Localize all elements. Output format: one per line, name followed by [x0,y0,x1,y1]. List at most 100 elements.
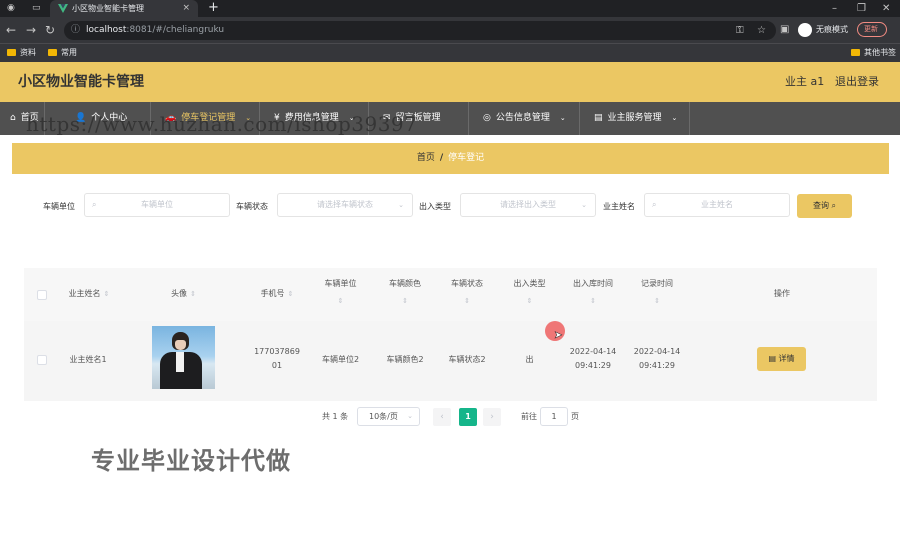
cell-record-time: 2022-04-14 09:41:29 [633,347,681,370]
sort-icon: ⇕ [464,297,470,305]
status-label: 车辆状态 [236,202,268,211]
chevron-down-icon: ⌄ [581,201,587,209]
query-button[interactable]: 查询 ⌕ [797,194,852,218]
type-select[interactable]: 请选择出入类型 ⌄ [460,193,596,217]
key-icon[interactable]: ⚿ [736,21,744,40]
nav-item-bulletin[interactable]: ◎ 公告信息管理 ⌄ [469,102,580,135]
cell-color: 车辆颜色2 [386,355,424,364]
new-tab-button[interactable]: + [208,0,219,16]
unit-input[interactable]: ⌕ 车辆单位 [84,193,230,217]
reload-icon[interactable]: ↻ [45,21,55,39]
column-phone[interactable]: 手机号 ⇕ [242,288,312,300]
bookmarks-bar: 资料 常用 其他书签 [0,43,900,62]
column-owner[interactable]: 业主姓名 ⇕ [59,288,119,300]
row-checkbox[interactable] [37,355,47,365]
other-bookmarks[interactable]: 其他书签 [851,44,896,62]
search-icon: ⌕ [652,200,657,209]
close-window-icon[interactable]: ✕ [882,0,890,17]
type-label: 出入类型 [419,202,451,211]
other-bookmarks-label: 其他书签 [864,48,896,57]
table-header: 业主姓名 ⇕ 头像 ⇕ 手机号 ⇕ 车辆单位 ⇕ 车辆颜色 ⇕ 车辆状态 ⇕ 出入类型 ⇕ 出… [24,268,877,321]
bookmark-label: 常用 [61,48,77,57]
update-button[interactable]: 更新 [857,22,887,37]
sort-icon: ⇕ [103,290,110,298]
document-icon: ▤ [768,354,776,363]
column-color[interactable]: 车辆颜色 ⇕ [375,278,435,307]
detail-label: 详情 [778,354,795,363]
query-label: 查询 [812,201,829,210]
prev-page-button[interactable]: ‹ [433,408,451,426]
service-icon: ▤ [594,113,603,123]
restore-icon[interactable]: ❐ [857,0,866,17]
browser-tabbar: ◉ ▭ 小区物业智能卡管理 × + – ❐ ✕ [0,0,900,17]
breadcrumb: 首页 / 停车登记 [12,143,889,174]
search-icon: ⌕ [92,200,97,209]
column-io-type[interactable]: 出入类型 ⇕ [502,278,557,307]
incognito-label: 无痕模式 [816,25,848,34]
sort-icon: ⇕ [402,297,408,305]
vue-logo-icon [58,4,68,13]
page-size-select[interactable]: 10条/页 ⌄ [357,407,420,426]
column-avatar[interactable]: 头像 ⇕ [152,288,215,300]
star-icon[interactable]: ☆ [757,21,766,40]
column-io-time[interactable]: 出入库时间 ⇕ [562,278,624,307]
sort-icon: ⇕ [590,297,596,305]
bookmark-folder-1[interactable]: 资料 [7,44,36,62]
url-path: :8081/#/cheliangruku [126,25,225,35]
cell-phone: 177037869 01 [254,347,300,370]
site-info-icon[interactable]: ⓘ [71,21,80,40]
folder-icon [851,49,860,56]
breadcrumb-separator: / [439,153,444,163]
detail-button[interactable]: ▤ 详情 [757,347,806,371]
chevron-down-icon: ⌄ [398,201,404,209]
select-all-checkbox[interactable] [37,290,47,300]
home-icon: ⌂ [10,113,16,123]
globe-icon[interactable]: ◉ [7,0,15,17]
window-icon[interactable]: ▭ [32,0,41,17]
owner-avatar [152,326,215,389]
logout-link[interactable]: 退出登录 [835,62,879,102]
column-actions: 操作 [774,289,790,298]
column-record-time[interactable]: 记录时间 ⇕ [626,278,688,307]
bookmark-label: 资料 [20,48,36,57]
forward-icon[interactable]: → [26,21,36,39]
chevron-down-icon: ⌄ [559,114,566,122]
unit-placeholder: 车辆单位 [141,200,173,209]
sort-icon: ⇕ [190,290,196,298]
current-user: 业主 a1 [785,75,825,88]
browser-tab[interactable]: 小区物业智能卡管理 × [50,0,198,17]
sidebar-icon[interactable]: ▣ [780,21,789,39]
column-unit[interactable]: 车辆单位 ⇕ [314,278,367,307]
nav-label: 公告信息管理 [495,113,550,123]
url-host: localhost [86,25,127,35]
breadcrumb-home[interactable]: 首页 [417,153,435,163]
cell-status: 车辆状态2 [448,355,486,364]
goto-page-input[interactable]: 1 [540,407,568,426]
owner-input[interactable]: ⌕ 业主姓名 [644,193,790,217]
back-icon[interactable]: ← [6,21,16,39]
records-table: 业主姓名 ⇕ 头像 ⇕ 手机号 ⇕ 车辆单位 ⇕ 车辆颜色 ⇕ 车辆状态 ⇕ 出入类型 ⇕ 出… [24,268,877,401]
type-placeholder: 请选择出入类型 [500,200,556,209]
page-number-current[interactable]: 1 [459,408,477,426]
sort-icon: ⇕ [654,297,660,305]
column-status[interactable]: 车辆状态 ⇕ [437,278,497,307]
folder-icon [48,49,57,56]
tab-title: 小区物业智能卡管理 [72,4,144,13]
url-input[interactable]: ⓘ localhost:8081/#/cheliangruku ⚿ ☆ [64,21,776,40]
next-page-button[interactable]: › [483,408,501,426]
cell-io-time: 2022-04-14 09:41:29 [569,347,617,370]
owner-label: 业主姓名 [603,202,635,211]
minimize-icon[interactable]: – [832,0,837,17]
incognito-indicator[interactable]: 无痕模式 [798,21,848,39]
address-bar-row: ← → ↻ ⓘ localhost:8081/#/cheliangruku ⚿ … [0,17,900,43]
status-select[interactable]: 请选择车辆状态 ⌄ [277,193,413,217]
search-icon: ⌕ [831,201,837,210]
goto-label: 前往 [521,412,537,421]
nav-item-service[interactable]: ▤ 业主服务管理 ⌄ [580,102,690,135]
sort-icon: ⇕ [337,297,344,305]
chevron-down-icon: ⌄ [407,412,413,420]
tab-close-icon[interactable]: × [182,0,190,17]
bookmark-folder-2[interactable]: 常用 [48,44,77,62]
page-size-value: 10条/页 [369,412,398,421]
status-placeholder: 请选择车辆状态 [317,200,373,209]
